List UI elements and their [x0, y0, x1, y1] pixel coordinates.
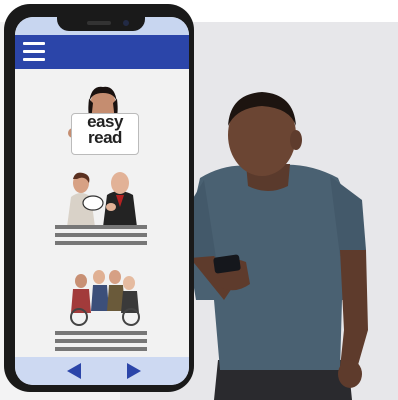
ear	[290, 130, 302, 150]
group-illustration	[70, 270, 140, 326]
arrow-left-icon[interactable]	[67, 363, 81, 379]
hamburger-menu-icon[interactable]	[23, 42, 45, 62]
speaker-grille	[87, 21, 111, 25]
easy-read-line2: read	[88, 128, 122, 147]
phone-mockup: easy read	[4, 4, 194, 392]
front-camera	[123, 20, 129, 26]
page-content: easy read	[15, 69, 189, 361]
arrow-right-icon[interactable]	[127, 363, 141, 379]
phone-screen: easy read	[15, 17, 189, 385]
right-hand	[338, 360, 362, 388]
right-arm	[340, 250, 368, 372]
easy-read-sign: easy read	[71, 113, 139, 155]
phone-notch	[57, 15, 145, 31]
nav-bar	[15, 357, 189, 385]
app-header	[15, 35, 189, 69]
